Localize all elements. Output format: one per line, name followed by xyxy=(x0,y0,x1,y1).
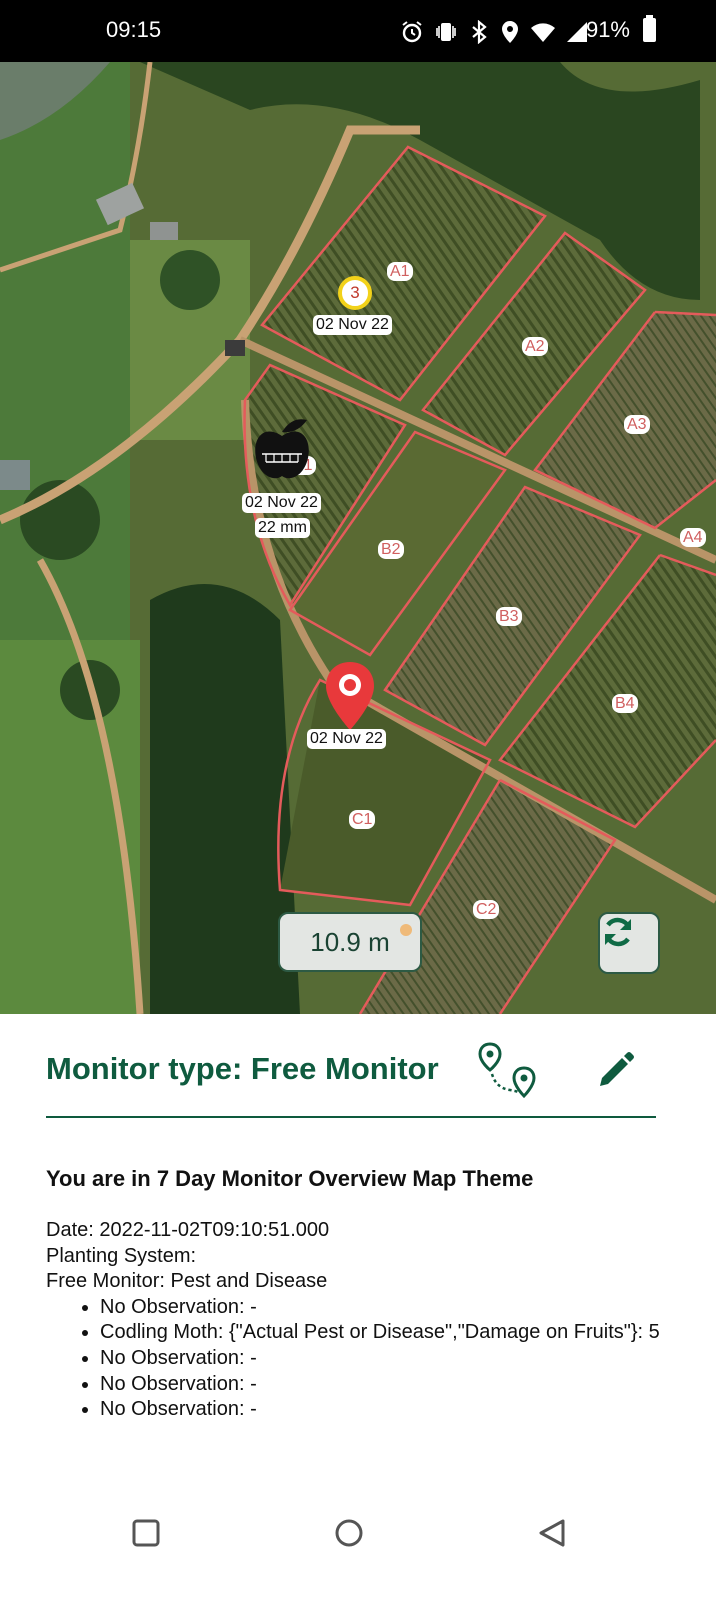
recent-apps-icon[interactable] xyxy=(131,1518,161,1548)
monitor-details: Date: 2022-11-02T09:10:51.000 Planting S… xyxy=(46,1218,660,1423)
alarm-icon xyxy=(402,21,422,43)
map-view[interactable]: A1 A2 A3 A4 B1 B2 B3 B4 C1 C2 3 02 Nov 2… xyxy=(0,62,716,1014)
fruit-date-label: 02 Nov 22 xyxy=(242,493,321,513)
block-label-c1[interactable]: C1 xyxy=(349,810,376,829)
fruit-measure-label: 22 mm xyxy=(255,518,310,538)
observation-item: Codling Moth: {"Actual Pest or Disease",… xyxy=(100,1320,660,1346)
cluster-date-label: 02 Nov 22 xyxy=(313,315,392,335)
observation-item: No Observation: - xyxy=(100,1295,660,1321)
signal-icon xyxy=(567,22,587,42)
map-theme-line: You are in 7 Day Monitor Overview Map Th… xyxy=(46,1166,534,1191)
apple-icon[interactable] xyxy=(252,414,312,484)
wifi-icon xyxy=(531,23,555,42)
date-line: Date: 2022-11-02T09:10:51.000 xyxy=(46,1219,330,1241)
block-label-a2[interactable]: A2 xyxy=(522,337,548,356)
block-label-b3[interactable]: B3 xyxy=(496,607,522,626)
status-icons xyxy=(400,20,588,44)
block-label-c2[interactable]: C2 xyxy=(473,900,500,919)
battery-icon xyxy=(643,15,656,42)
status-bar: 09:15 91% xyxy=(0,0,716,62)
refresh-button[interactable] xyxy=(598,912,660,974)
free-monitor-line: Free Monitor: Pest and Disease xyxy=(46,1270,328,1293)
accuracy-dot xyxy=(400,924,412,936)
location-pin-icon[interactable] xyxy=(324,660,376,732)
vibrate-icon xyxy=(436,23,456,41)
observation-list: No Observation: - Codling Moth: {"Actual… xyxy=(46,1295,660,1423)
edit-icon[interactable] xyxy=(596,1050,636,1090)
location-icon xyxy=(502,21,518,43)
block-label-a3[interactable]: A3 xyxy=(624,415,650,434)
bluetooth-icon xyxy=(472,20,487,44)
block-label-b4[interactable]: B4 xyxy=(612,694,638,713)
back-icon[interactable] xyxy=(537,1518,567,1548)
refresh-icon xyxy=(604,917,632,947)
block-label-b2[interactable]: B2 xyxy=(378,540,404,559)
monitor-type-title: Monitor type: Free Monitor xyxy=(46,1051,439,1086)
monitor-header: Monitor type: Free Monitor xyxy=(46,1042,656,1118)
distance-readout: 10.9 m xyxy=(278,912,422,972)
battery-percent: 91% xyxy=(585,17,630,42)
cluster-marker[interactable]: 3 xyxy=(338,276,372,310)
pin-date-label: 02 Nov 22 xyxy=(307,729,386,749)
observation-item: No Observation: - xyxy=(100,1372,660,1398)
planting-system-line: Planting System: xyxy=(46,1244,197,1267)
distance-value: 10.9 m xyxy=(310,927,390,957)
home-icon[interactable] xyxy=(334,1518,364,1548)
route-icon[interactable] xyxy=(478,1040,540,1102)
observation-item: No Observation: - xyxy=(100,1397,660,1423)
satellite-map xyxy=(0,62,716,1014)
observation-item: No Observation: - xyxy=(100,1346,660,1372)
block-label-a1[interactable]: A1 xyxy=(387,262,413,281)
status-time: 09:15 xyxy=(106,17,162,42)
block-label-a4[interactable]: A4 xyxy=(680,528,706,547)
